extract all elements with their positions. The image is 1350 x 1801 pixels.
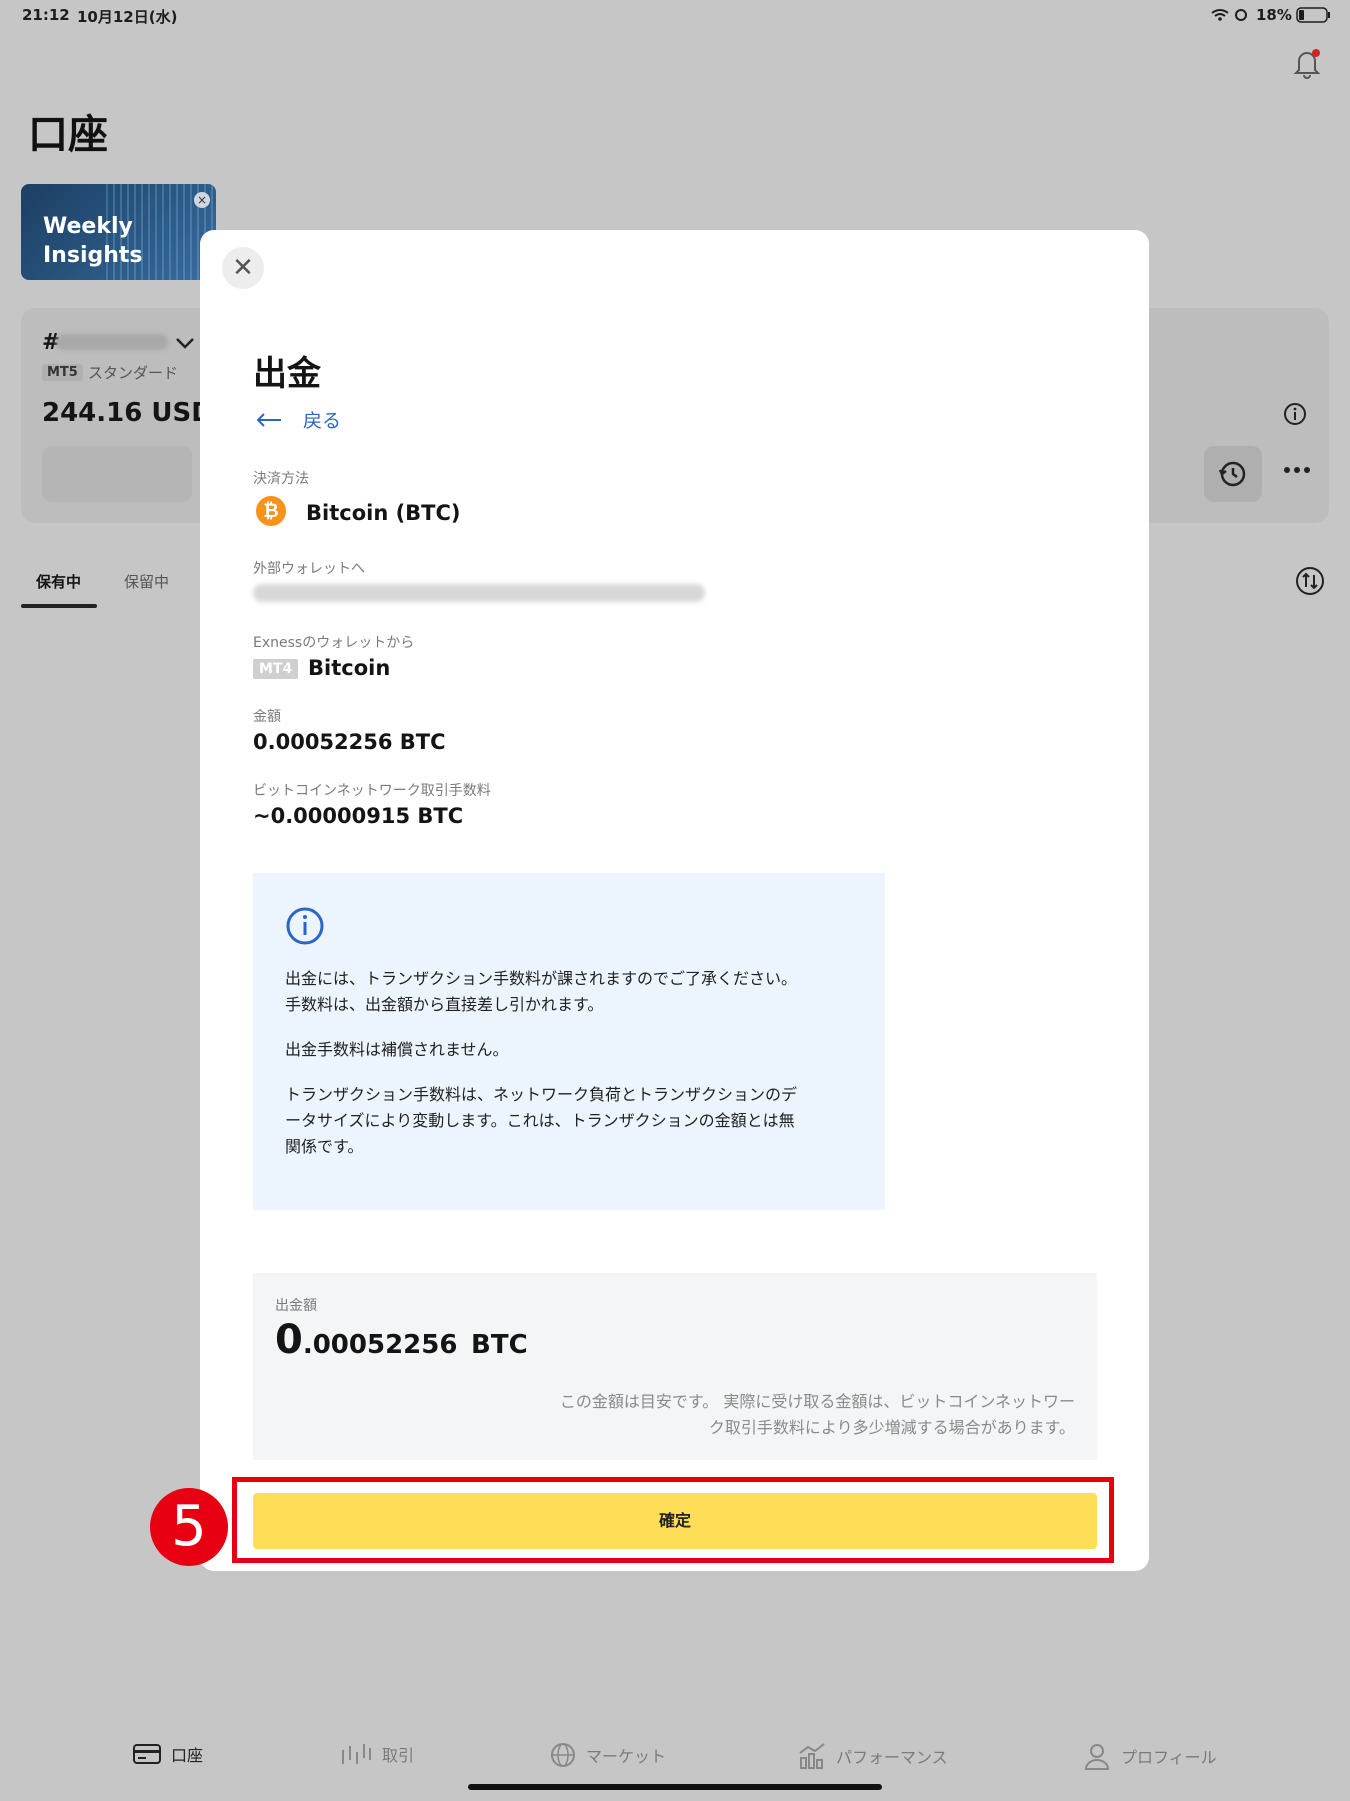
banner-close-icon[interactable]: ×	[194, 192, 210, 208]
summary-amount-dec: .00052256	[302, 1330, 458, 1360]
battery-icon	[1296, 7, 1330, 23]
bitcoin-icon: ₿	[256, 496, 286, 526]
modal-title: 出金	[253, 354, 321, 394]
status-date: 10月12日(水)	[77, 8, 178, 26]
nav-account-label: 口座	[171, 1746, 204, 1765]
fee-label: ビットコインネットワーク取引手数料	[253, 783, 491, 799]
account-action-bar[interactable]	[42, 446, 192, 502]
summary-label: 出金額	[275, 1298, 317, 1314]
info-circle-icon	[286, 907, 324, 945]
summary-amount: 0.00052256 BTC	[275, 1317, 528, 1363]
home-indicator[interactable]	[468, 1784, 882, 1790]
nav-profile[interactable]: プロフィール	[1083, 1742, 1217, 1770]
close-icon[interactable]: ✕	[222, 247, 264, 289]
tab-active-indicator	[21, 604, 97, 608]
tab-pending[interactable]: 保留中	[124, 571, 169, 592]
summary-amount-int: 0	[275, 1317, 303, 1363]
status-battery: 18%	[1256, 6, 1292, 24]
amount-value: 0.00052256 BTC	[253, 730, 446, 754]
summary-currency: BTC	[471, 1330, 528, 1360]
wallet-address-blurred	[253, 584, 705, 602]
notice-p3-line2: ータサイズにより変動します。これは、トランザクションの金額とは無	[285, 1111, 795, 1130]
nav-trade[interactable]: 取引	[340, 1742, 414, 1766]
nav-profile-label: プロフィール	[1121, 1748, 1217, 1767]
card-icon	[133, 1744, 161, 1764]
weekly-insights-banner[interactable]: Weekly Insights ×	[21, 184, 216, 280]
notice-p3-line1: トランザクション手数料は、ネットワーク負荷とトランザクションのデ	[285, 1085, 798, 1104]
more-icon[interactable]	[1283, 466, 1311, 474]
banner-line2: Insights	[43, 243, 143, 268]
nav-performance[interactable]: パフォーマンス	[798, 1742, 948, 1770]
wifi-icon	[1211, 9, 1247, 21]
back-label: 戻る	[303, 410, 342, 432]
nav-account[interactable]: 口座	[133, 1742, 203, 1766]
from-wallet-label: Exnessのウォレットから	[253, 635, 415, 651]
history-button[interactable]	[1204, 446, 1262, 502]
to-wallet-label: 外部ウォレットへ	[253, 561, 365, 577]
globe-icon	[551, 1743, 575, 1767]
nav-market[interactable]: マーケット	[550, 1742, 666, 1768]
nav-trade-label: 取引	[382, 1746, 415, 1765]
page-title: 口座	[28, 112, 108, 158]
history-icon	[1218, 461, 1246, 487]
nav-market-label: マーケット	[586, 1747, 667, 1766]
amount-label: 金額	[253, 709, 281, 725]
from-wallet-value: Bitcoin	[308, 656, 391, 680]
back-link[interactable]: 戻る	[255, 406, 341, 433]
payment-method-value: Bitcoin (BTC)	[306, 501, 461, 525]
account-balance: 244.16 USD	[42, 398, 213, 428]
nav-performance-label: パフォーマンス	[836, 1748, 948, 1767]
tab-holding[interactable]: 保有中	[36, 571, 81, 592]
summary-note-line1: この金額は目安です。 実際に受け取る金額は、ビットコインネットワー	[559, 1392, 1075, 1411]
fee-value: ~0.00000915 BTC	[253, 804, 464, 828]
account-number-blurred	[56, 334, 168, 350]
account-type: スタンダード	[88, 364, 179, 382]
notice-p2: 出金手数料は補償されません。	[285, 1040, 509, 1059]
banner-line1: Weekly	[43, 214, 133, 239]
arrow-left-icon	[256, 412, 281, 427]
summary-note-line2: ク取引手数料により多少増減する場合があります。	[708, 1418, 1075, 1437]
bell-icon[interactable]	[1290, 46, 1324, 80]
chart-icon	[799, 1743, 825, 1769]
platform-badge: MT5	[42, 364, 83, 381]
highlight-box	[232, 1477, 1114, 1563]
withdraw-summary: 出金額 0.00052256 BTC この金額は目安です。 実際に受け取る金額は…	[253, 1273, 1097, 1460]
notice-p3-line3: 関係です。	[285, 1137, 364, 1156]
person-icon	[1084, 1744, 1110, 1770]
mt4-badge: MT4	[253, 659, 299, 679]
fee-notice: 出金には、トランザクション手数料が課されますのでご了承ください。 手数料は、出金…	[253, 873, 885, 1210]
summary-note: この金額は目安です。 実際に受け取る金額は、ビットコインネットワー ク取引手数料…	[455, 1389, 1075, 1441]
status-time: 21:12	[22, 6, 70, 24]
notice-p1-line1: 出金には、トランザクション手数料が課されますのでご了承ください。	[285, 969, 798, 988]
payment-method-label: 決済方法	[253, 471, 309, 487]
candles-icon	[342, 1744, 371, 1764]
notice-p1-line2: 手数料は、出金額から直接差し引かれます。	[285, 995, 604, 1014]
info-icon[interactable]	[1283, 402, 1307, 426]
chevron-down-icon[interactable]	[174, 336, 196, 352]
sort-icon[interactable]	[1295, 566, 1325, 596]
step-number-badge: 5	[150, 1488, 228, 1566]
